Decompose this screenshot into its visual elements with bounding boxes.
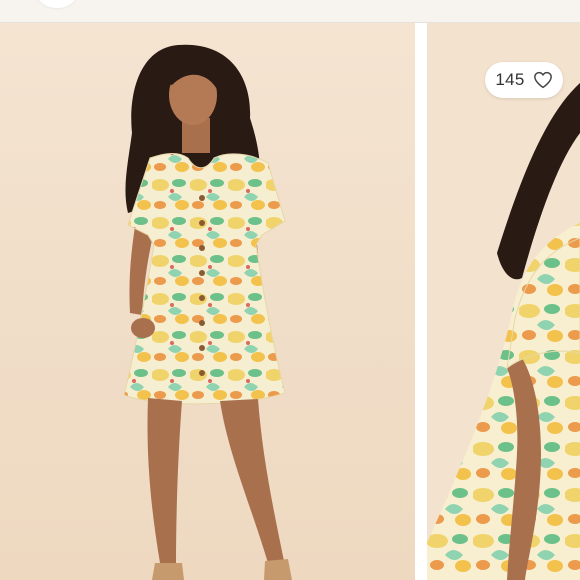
avatar-edge	[34, 0, 80, 8]
product-photo-detail[interactable]	[427, 23, 580, 580]
like-button[interactable]: 145	[485, 62, 563, 98]
model-illustration	[0, 23, 415, 580]
top-strip	[0, 0, 580, 23]
like-count: 145	[495, 70, 525, 89]
product-photo-main[interactable]	[0, 23, 415, 580]
dress-closeup-illustration	[427, 23, 580, 580]
heart-outline-icon	[533, 71, 553, 89]
photo-gallery[interactable]: 145	[0, 23, 580, 580]
